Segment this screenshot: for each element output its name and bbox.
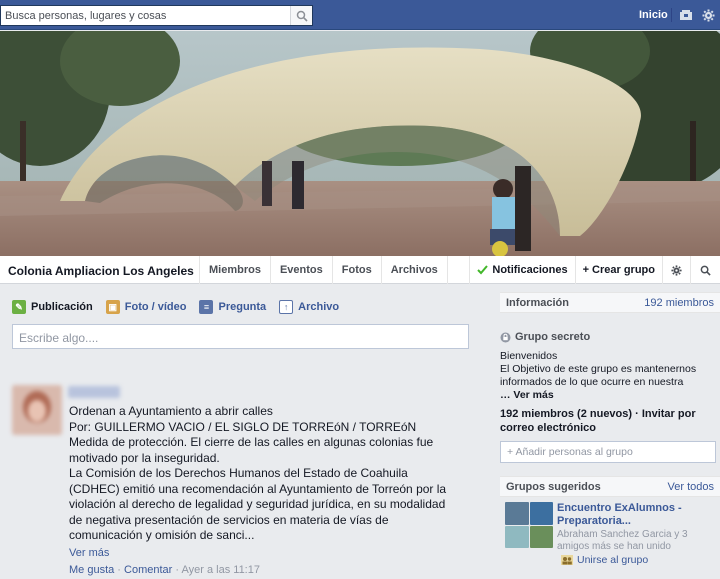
composer-tab-photo[interactable]: ▣ Foto / vídeo xyxy=(105,300,187,314)
join-group-button[interactable]: Unirse al grupo xyxy=(561,554,648,566)
composer-input[interactable]: Escribe algo.... xyxy=(12,324,469,349)
comment-link[interactable]: Comentar xyxy=(124,564,172,576)
composer-tab-photo-label: Foto / vídeo xyxy=(124,301,187,313)
secret-group-text: Grupo secreto xyxy=(515,331,591,343)
like-link[interactable]: Me gusta xyxy=(69,564,114,576)
join-group-icon xyxy=(561,555,573,565)
question-icon: ≡ xyxy=(199,300,214,314)
post-line-body: La Comisión de los Derechos Humanos del … xyxy=(69,466,447,542)
search-icon xyxy=(700,265,711,276)
post-timestamp[interactable]: Ayer a las 11:17 xyxy=(182,564,260,576)
topbar-divider xyxy=(671,8,672,22)
group-sidebar: Información 192 miembros Grupo secreto B… xyxy=(500,292,720,566)
search-button[interactable] xyxy=(290,6,312,25)
post-line-headline: Ordenan a Ayuntamiento a abrir calles xyxy=(69,404,273,418)
add-people-input[interactable]: + Añadir personas al grupo xyxy=(500,441,716,463)
description-see-more[interactable]: … Ver más xyxy=(500,389,710,402)
see-all-link[interactable]: Ver todos xyxy=(668,481,714,493)
tab-files[interactable]: Archivos xyxy=(380,256,448,284)
composer-tabs: ✎ Publicación ▣ Foto / vídeo ≡ Pregunta … xyxy=(12,300,339,314)
friend-requests-icon[interactable] xyxy=(679,8,693,22)
separator: · xyxy=(114,564,125,576)
suggested-groups-title: Grupos sugeridos xyxy=(506,480,601,493)
tab-events[interactable]: Eventos xyxy=(269,256,332,284)
post-icon: ✎ xyxy=(12,300,26,314)
file-icon: ↑ xyxy=(279,300,294,314)
composer-tab-question-label: Pregunta xyxy=(218,301,267,313)
composer-tab-question[interactable]: ≡ Pregunta xyxy=(199,300,266,314)
composer-tab-post[interactable]: ✎ Publicación xyxy=(12,300,93,314)
suggested-group-thumbnails[interactable] xyxy=(505,502,553,548)
photo-icon: ▣ xyxy=(105,300,120,314)
suggested-group-item: Encuentro ExAlumnos - Preparatoria... Ab… xyxy=(505,502,720,567)
group-actions: Notificaciones + Crear grupo xyxy=(469,256,720,284)
see-more-link[interactable]: Ver más xyxy=(69,547,109,559)
post-text: Ordenan a Ayuntamiento a abrir calles Po… xyxy=(69,404,449,544)
create-group-label: + Crear grupo xyxy=(582,264,655,276)
create-group-button[interactable]: + Crear grupo xyxy=(574,256,662,284)
suggested-group-members: Abraham Sanchez Garcia y 3 amigos más se… xyxy=(557,529,688,552)
group-cover-photo[interactable] xyxy=(0,31,720,256)
description-line-1: Bienvenidos xyxy=(500,350,558,362)
post-line-byline: Por: GUILLERMO VACIO / EL SIGLO DE TORRE… xyxy=(69,419,417,434)
group-nav-bar: Colonia Ampliacion Los Angeles Miembros … xyxy=(0,256,720,284)
settings-gear-icon[interactable] xyxy=(701,8,715,22)
suggested-group-name[interactable]: Encuentro ExAlumnos - Preparatoria... xyxy=(557,502,717,528)
info-title: Información xyxy=(506,296,569,309)
checkmark-icon xyxy=(477,265,489,275)
search-icon xyxy=(296,10,308,22)
author-avatar[interactable] xyxy=(12,385,62,435)
notifications-button[interactable]: Notificaciones xyxy=(469,256,574,284)
notifications-label: Notificaciones xyxy=(492,264,568,276)
group-name[interactable]: Colonia Ampliacion Los Angeles xyxy=(8,264,194,278)
composer-tab-post-label: Publicación xyxy=(31,301,93,313)
group-tabs: Miembros Eventos Fotos Archivos xyxy=(199,256,448,284)
join-group-label: Unirse al grupo xyxy=(577,554,649,566)
separator: · xyxy=(172,564,182,576)
top-bar: Inicio xyxy=(0,0,720,30)
search-input[interactable] xyxy=(1,6,286,25)
post-actions: Me gusta · Comentar · Ayer a las 11:17 xyxy=(69,564,260,576)
members-summary[interactable]: 192 miembros (2 nuevos) · Invitar por co… xyxy=(500,407,716,435)
description-line-2: El Objetivo de este grupo es mantenernos… xyxy=(500,363,697,388)
home-link[interactable]: Inicio xyxy=(639,9,668,21)
composer-tab-file-label: Archivo xyxy=(298,301,340,313)
feed-post: Ordenan a Ayuntamiento a abrir calles Po… xyxy=(0,372,492,579)
members-count-link[interactable]: 192 miembros xyxy=(644,297,714,309)
author-name-blurred[interactable] xyxy=(68,386,120,398)
composer-tab-file[interactable]: ↑ Archivo xyxy=(279,300,339,314)
post-line-subhead: Medida de protección. El cierre de las c… xyxy=(69,435,434,465)
info-header: Información 192 miembros xyxy=(500,292,720,313)
search-box[interactable] xyxy=(0,5,313,26)
tab-members[interactable]: Miembros xyxy=(199,256,270,284)
secret-lock-icon xyxy=(500,332,511,342)
suggested-groups-header: Grupos sugeridos Ver todos xyxy=(500,476,720,497)
group-settings-button[interactable] xyxy=(662,256,690,284)
group-description: Bienvenidos El Objetivo de este grupo es… xyxy=(500,350,710,402)
group-search-button[interactable] xyxy=(690,256,720,284)
gear-icon xyxy=(671,264,682,276)
secret-group-label: Grupo secreto xyxy=(500,331,590,343)
tab-photos[interactable]: Fotos xyxy=(331,256,381,284)
